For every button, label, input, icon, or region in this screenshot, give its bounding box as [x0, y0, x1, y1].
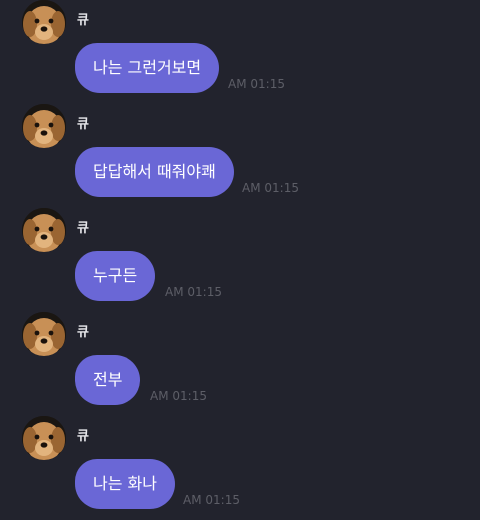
dog-avatar-icon — [22, 208, 66, 252]
dog-avatar-icon — [22, 312, 66, 356]
sender-name: 큐 — [77, 221, 89, 236]
message-bubble[interactable]: 답답해서 때줘야쾌 — [75, 147, 234, 197]
chat-message: 큐 누구든 AM 01:15 — [0, 208, 480, 312]
chat-message-list: 큐 나는 그런거보면 AM 01:15 큐 답답해서 때줘야쾌 AM 01:15 — [0, 0, 480, 513]
sender-name: 큐 — [77, 13, 89, 28]
chat-message: 큐 전부 AM 01:15 — [0, 312, 480, 416]
avatar[interactable] — [22, 416, 66, 460]
sender-name: 큐 — [77, 325, 89, 340]
message-time: AM 01:15 — [165, 285, 222, 299]
message-bubble[interactable]: 전부 — [75, 355, 141, 405]
avatar[interactable] — [22, 104, 66, 148]
message-time: AM 01:15 — [228, 77, 285, 91]
dog-avatar-icon — [22, 416, 66, 460]
dog-avatar-icon — [22, 0, 66, 44]
message-time: AM 01:15 — [183, 493, 240, 507]
sender-name: 큐 — [77, 117, 89, 132]
chat-message: 큐 나는 화나 AM 01:15 — [0, 416, 480, 520]
message-bubble[interactable]: 누구든 — [75, 251, 156, 301]
chat-message: 큐 나는 그런거보면 AM 01:15 — [0, 0, 480, 104]
message-bubble[interactable]: 나는 화나 — [75, 459, 175, 509]
message-time: AM 01:15 — [150, 389, 207, 403]
avatar[interactable] — [22, 312, 66, 356]
message-time: AM 01:15 — [242, 181, 299, 195]
message-bubble[interactable]: 나는 그런거보면 — [75, 43, 220, 93]
chat-message: 큐 답답해서 때줘야쾌 AM 01:15 — [0, 104, 480, 208]
avatar[interactable] — [22, 208, 66, 252]
sender-name: 큐 — [77, 429, 89, 444]
dog-avatar-icon — [22, 104, 66, 148]
avatar[interactable] — [22, 0, 66, 44]
